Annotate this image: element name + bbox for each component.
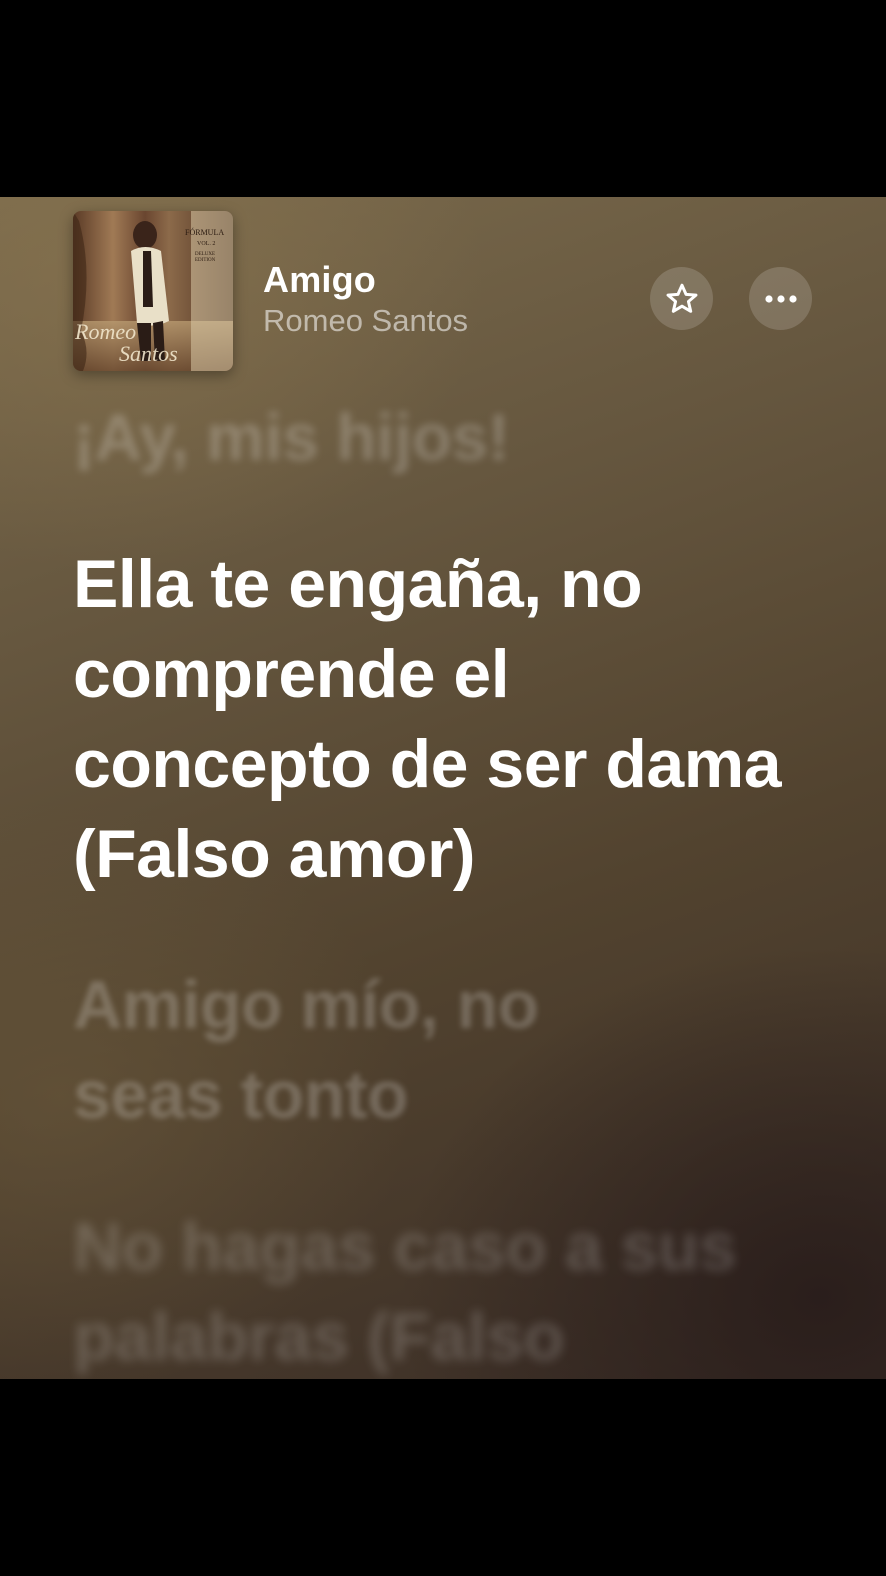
lyric-line-next[interactable]: Amigo mío, no seas tonto	[73, 960, 633, 1140]
more-options-button[interactable]	[749, 267, 812, 330]
ellipsis-icon	[764, 294, 797, 303]
lyric-line-current[interactable]: Ella te engaña, no comprende el concepto…	[73, 539, 793, 899]
star-icon	[666, 283, 697, 313]
lyric-line-previous[interactable]: ¡Ay, mis hijos!	[73, 392, 853, 482]
svg-text:FÓRMULA: FÓRMULA	[185, 227, 224, 237]
svg-text:Santos: Santos	[119, 341, 178, 366]
svg-text:EDITION: EDITION	[195, 258, 216, 263]
lyrics-screen: FÓRMULA VOL. 2 DELUXE EDITION Romeo Sant…	[0, 197, 886, 1379]
svg-text:VOL. 2: VOL. 2	[197, 241, 215, 247]
bottom-letterbox	[0, 1379, 886, 1576]
now-playing-header: FÓRMULA VOL. 2 DELUXE EDITION Romeo Sant…	[0, 197, 886, 387]
track-artist[interactable]: Romeo Santos	[263, 303, 468, 339]
lyric-line-next[interactable]: No hagas caso a sus palabras (Falso	[73, 1202, 833, 1379]
top-letterbox	[0, 0, 886, 197]
svg-text:DELUXE: DELUXE	[195, 252, 215, 257]
favorite-button[interactable]	[650, 267, 713, 330]
track-title[interactable]: Amigo	[263, 259, 376, 301]
album-art[interactable]: FÓRMULA VOL. 2 DELUXE EDITION Romeo Sant…	[73, 211, 233, 371]
